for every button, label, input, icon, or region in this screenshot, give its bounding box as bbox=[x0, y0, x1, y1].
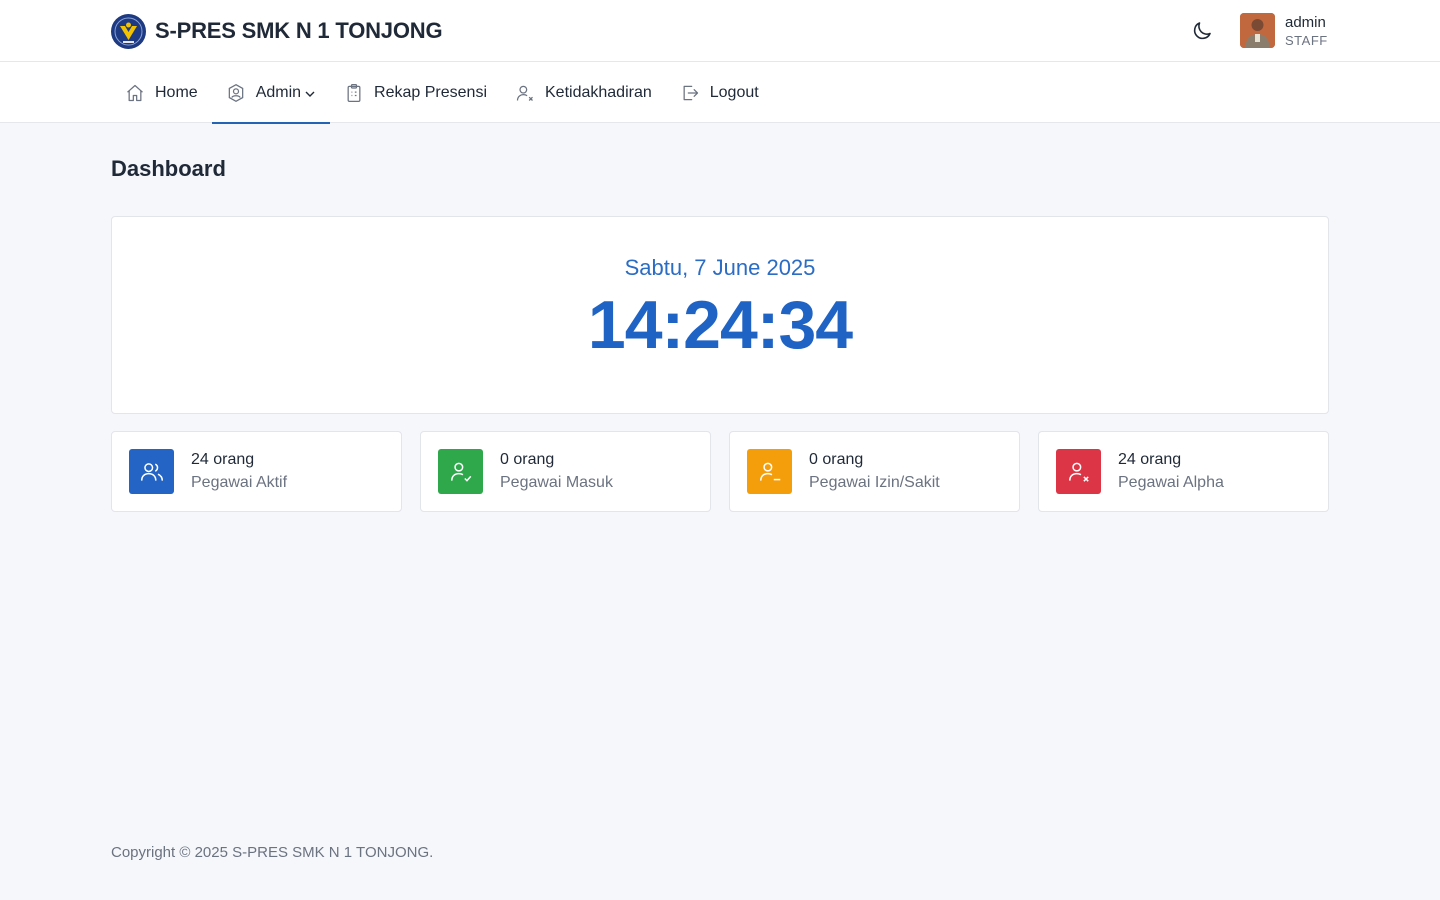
nav-item-rekap-presensi[interactable]: Rekap Presensi bbox=[330, 62, 501, 123]
clock-time: 14:24:34 bbox=[587, 287, 853, 363]
stat-card-pegawai-aktif[interactable]: 24 orang Pegawai Aktif bbox=[111, 431, 402, 512]
nav-label: Ketidakhadiran bbox=[545, 83, 652, 101]
stat-label: Pegawai Masuk bbox=[500, 474, 613, 491]
nav-label: Logout bbox=[709, 83, 759, 101]
user-minus-icon bbox=[747, 449, 792, 494]
nav-label: Home bbox=[155, 83, 198, 101]
stat-card-pegawai-alpha[interactable]: 24 orang Pegawai Alpha bbox=[1038, 431, 1329, 512]
nav-item-ketidakhadiran[interactable]: Ketidakhadiran bbox=[501, 62, 666, 123]
stat-label: Pegawai Alpha bbox=[1118, 474, 1224, 491]
stat-label: Pegawai Izin/Sakit bbox=[809, 474, 940, 491]
stat-card-pegawai-masuk[interactable]: 0 orang Pegawai Masuk bbox=[420, 431, 711, 512]
nav-item-logout[interactable]: Logout bbox=[666, 62, 773, 123]
main-nav: Home Admin Rekap Presensi Ketidakhadiran… bbox=[0, 62, 1440, 124]
app-title: S-PRES SMK N 1 TONJONG bbox=[155, 18, 443, 43]
user-shield-icon bbox=[226, 83, 246, 103]
stat-count: 0 orang bbox=[500, 451, 555, 468]
clock-card: Sabtu, 7 June 2025 14:24:34 bbox=[111, 216, 1329, 414]
user-x-icon bbox=[515, 83, 535, 103]
clock-date: Sabtu, 7 June 2025 bbox=[624, 255, 816, 280]
avatar bbox=[1240, 13, 1275, 48]
top-header: S-PRES SMK N 1 TONJONG admin STAFF bbox=[0, 0, 1440, 62]
users-icon bbox=[129, 449, 174, 494]
stats-row: 24 orang Pegawai Aktif 0 orang Pegawai M… bbox=[111, 431, 1329, 512]
stat-card-pegawai-izin-sakit[interactable]: 0 orang Pegawai Izin/Sakit bbox=[729, 431, 1020, 512]
nav-label: Rekap Presensi bbox=[374, 83, 487, 101]
page-title: Dashboard bbox=[111, 156, 226, 181]
moon-icon[interactable] bbox=[1190, 19, 1214, 43]
stat-count: 24 orang bbox=[1118, 451, 1182, 468]
home-icon bbox=[125, 83, 145, 103]
school-logo-icon bbox=[111, 13, 146, 49]
stat-count: 0 orang bbox=[809, 451, 864, 468]
user-menu[interactable]: admin STAFF bbox=[1240, 13, 1328, 48]
user-x-icon bbox=[1056, 449, 1101, 494]
user-name: admin bbox=[1285, 13, 1326, 31]
nav-item-admin[interactable]: Admin bbox=[211, 62, 331, 124]
chevron-down-icon bbox=[305, 91, 315, 97]
nav-item-home[interactable]: Home bbox=[111, 62, 212, 123]
brand[interactable]: S-PRES SMK N 1 TONJONG bbox=[111, 13, 443, 49]
logout-icon bbox=[680, 83, 700, 103]
nav-label: Admin bbox=[255, 83, 302, 101]
stat-label: Pegawai Aktif bbox=[191, 474, 288, 491]
user-check-icon bbox=[438, 449, 483, 494]
stat-count: 24 orang bbox=[191, 451, 255, 468]
user-role: STAFF bbox=[1285, 32, 1328, 48]
clipboard-icon bbox=[344, 83, 364, 103]
footer-copyright: Copyright © 2025 S-PRES SMK N 1 TONJONG. bbox=[111, 844, 434, 861]
